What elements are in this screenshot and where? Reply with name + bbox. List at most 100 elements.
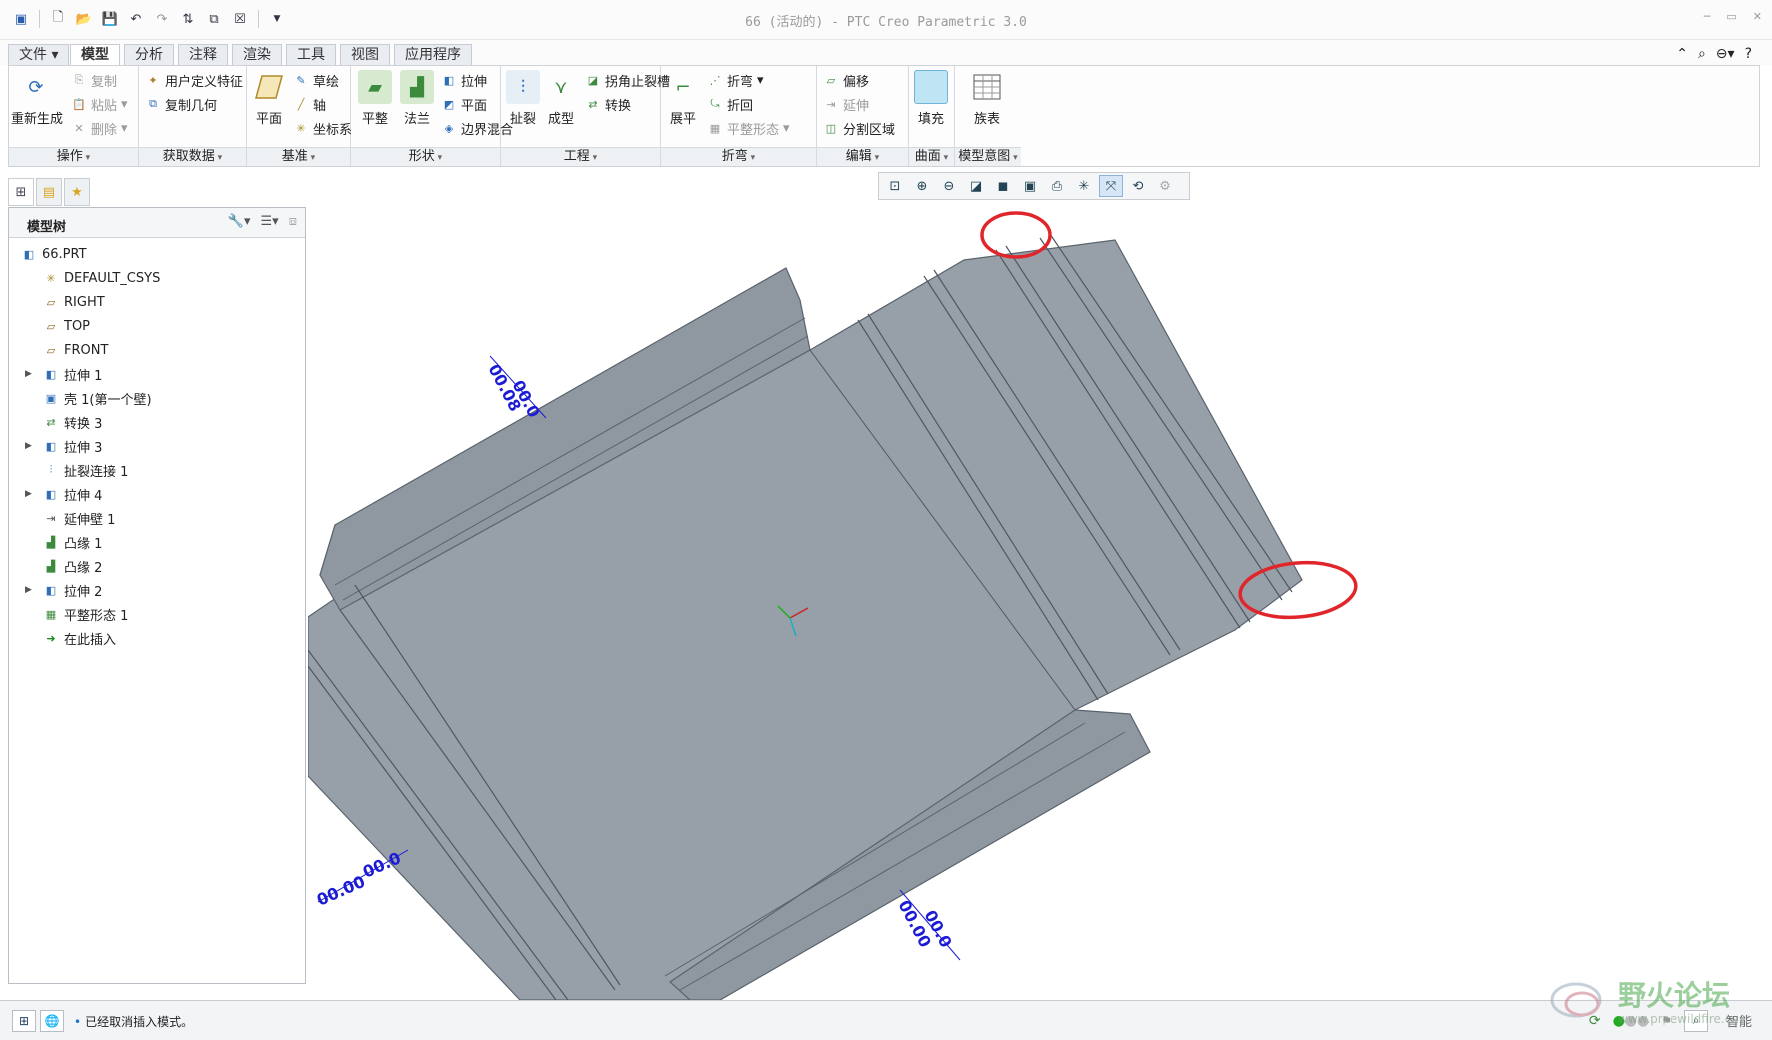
tree-item[interactable]: ▶ ◧ 拉伸 3 bbox=[9, 434, 305, 458]
form-button[interactable]: ⋎ 成型 bbox=[541, 70, 581, 140]
tree-item[interactable]: ✳ DEFAULT_CSYS bbox=[9, 266, 305, 290]
form-icon: ⋎ bbox=[554, 76, 568, 98]
unbend-button[interactable]: ⌐ 展平 bbox=[663, 70, 703, 140]
rip-button[interactable]: ⫶ 扯裂 bbox=[503, 70, 543, 140]
repaint-icon[interactable]: ◪ bbox=[964, 175, 988, 197]
search-icon[interactable]: ⌕ bbox=[1698, 46, 1706, 62]
model-display-icon[interactable]: ⚙ bbox=[1153, 175, 1177, 197]
group-label-engineering[interactable]: 工程 bbox=[501, 147, 660, 166]
copy-button[interactable]: ⎘ 复制 bbox=[71, 70, 117, 90]
datum-display-icon[interactable]: ✳ bbox=[1072, 175, 1096, 197]
spin-center-icon[interactable]: ⟲ bbox=[1126, 175, 1150, 197]
group-label-operations[interactable]: 操作 bbox=[9, 147, 138, 166]
flat-state-icon: ▦ bbox=[45, 607, 57, 621]
display-style-icon[interactable]: ◼ bbox=[991, 175, 1015, 197]
copy-geometry-button[interactable]: ⧉ 复制几何 bbox=[145, 94, 217, 114]
community-icon[interactable]: ⊖▾ bbox=[1716, 46, 1735, 62]
tree-item[interactable]: ▟ 凸缘 2 bbox=[9, 554, 305, 578]
folder-browser-tab-icon[interactable]: ▤ bbox=[36, 178, 62, 206]
regenerate-button[interactable]: ⟳ 重新生成 bbox=[11, 70, 63, 140]
flange-button[interactable]: ▟ 法兰 bbox=[397, 70, 437, 140]
tree-item[interactable]: ▶ ◧ 拉伸 1 bbox=[9, 362, 305, 386]
tab-file[interactable]: 文件 ▾ bbox=[8, 44, 70, 65]
tree-item[interactable]: ⇄ 转换 3 bbox=[9, 410, 305, 434]
group-label-get-data[interactable]: 获取数据 bbox=[139, 147, 246, 166]
model-view[interactable]: 00.08 00.0 00.00 00.0 00.00 00.0 bbox=[308, 200, 1772, 1000]
favorites-tab-icon[interactable]: ★ bbox=[64, 178, 90, 206]
tab-annotate[interactable]: 注释 bbox=[178, 44, 228, 65]
bend-back-button[interactable]: ⤿ 折回 bbox=[707, 94, 753, 114]
expand-arrow-icon[interactable]: ▶ bbox=[25, 441, 32, 451]
axis-button[interactable]: ╱ 轴 bbox=[293, 94, 326, 114]
tab-render[interactable]: 渲染 bbox=[232, 44, 282, 65]
tree-item[interactable]: ▶ ◧ 拉伸 2 bbox=[9, 578, 305, 602]
tree-item[interactable]: ⫶ 扯裂连接 1 bbox=[9, 458, 305, 482]
fill-button[interactable]: 填充 bbox=[911, 70, 951, 140]
model-tree-tab-icon[interactable]: ⊞ bbox=[8, 178, 34, 206]
tab-view[interactable]: 视图 bbox=[340, 44, 390, 65]
help-icon[interactable]: ? bbox=[1745, 46, 1752, 62]
udf-button[interactable]: ✦ 用户定义特征 bbox=[145, 70, 243, 90]
tree-item[interactable]: ▦ 平整形态 1 bbox=[9, 602, 305, 626]
view-manager-icon[interactable]: ⎙ bbox=[1045, 175, 1069, 197]
close-icon[interactable]: ✕ bbox=[1753, 10, 1762, 23]
planar-wall-icon: ▰ bbox=[358, 70, 392, 104]
tree-filter-icon[interactable]: ⧈ bbox=[289, 214, 297, 229]
group-label-surfaces[interactable]: 曲面 bbox=[909, 147, 954, 166]
extend-button[interactable]: ⇥ 延伸 bbox=[823, 94, 869, 114]
zoom-out-icon[interactable]: ⊖ bbox=[937, 175, 961, 197]
delete-button[interactable]: ✕ 删除 ▾ bbox=[71, 118, 127, 138]
split-area-button[interactable]: ◫ 分割区域 bbox=[823, 118, 895, 138]
group-label-datum[interactable]: 基准 bbox=[247, 147, 350, 166]
tab-tools[interactable]: 工具 bbox=[286, 44, 336, 65]
paste-button[interactable]: 📋 粘贴 ▾ bbox=[71, 94, 127, 114]
corner-relief-button[interactable]: ◪ 拐角止裂槽 bbox=[585, 70, 670, 90]
sketch-button[interactable]: ✎ 草绘 bbox=[293, 70, 339, 90]
expand-arrow-icon[interactable]: ▶ bbox=[25, 489, 32, 499]
csys-button[interactable]: ✳ 坐标系 bbox=[293, 118, 352, 138]
model-tree-header: 模型树 🔧▾ ☰▾ ⧈ bbox=[9, 208, 305, 238]
minimize-icon[interactable]: ─ bbox=[1704, 10, 1711, 23]
collapse-ribbon-icon[interactable]: ⌃ bbox=[1676, 46, 1688, 62]
graphics-area[interactable]: 00.08 00.0 00.00 00.0 00.00 00.0 bbox=[308, 200, 1772, 1000]
tab-analysis[interactable]: 分析 bbox=[124, 44, 174, 65]
tree-settings-icon[interactable]: 🔧▾ bbox=[228, 214, 251, 229]
tree-show-icon[interactable]: ☰▾ bbox=[261, 214, 279, 229]
navigator-toggle-icon[interactable]: ⊞ bbox=[12, 1010, 36, 1032]
tree-item[interactable]: ⇥ 延伸壁 1 bbox=[9, 506, 305, 530]
flat-button[interactable]: ◩ 平面 bbox=[441, 94, 487, 114]
browser-toggle-icon[interactable]: 🌐 bbox=[40, 1010, 64, 1032]
refit-icon[interactable]: ⊡ bbox=[883, 175, 907, 197]
tree-item[interactable]: ▟ 凸缘 1 bbox=[9, 530, 305, 554]
maximize-icon[interactable]: ▭ bbox=[1726, 10, 1736, 23]
zoom-in-icon[interactable]: ⊕ bbox=[910, 175, 934, 197]
tree-item[interactable]: ◧ 66.PRT bbox=[9, 242, 305, 266]
tab-model[interactable]: 模型 bbox=[70, 44, 120, 66]
tree-item[interactable]: ➜ 在此插入 bbox=[9, 626, 305, 650]
tree-item[interactable]: ▱ TOP bbox=[9, 314, 305, 338]
expand-arrow-icon[interactable]: ▶ bbox=[25, 585, 32, 595]
group-label-model-intent[interactable]: 模型意图 bbox=[955, 147, 1021, 166]
expand-arrow-icon[interactable]: ▶ bbox=[25, 369, 32, 379]
group-label-shapes[interactable]: 形状 bbox=[351, 147, 500, 166]
planar-button[interactable]: ▰ 平整 bbox=[353, 70, 397, 140]
tree-item[interactable]: ▱ RIGHT bbox=[9, 290, 305, 314]
extrude-button[interactable]: ◧ 拉伸 bbox=[441, 70, 487, 90]
ribbon: ⟳ 重新生成 ⎘复制 📋粘贴 ▾ ✕删除 ▾ 操作 ✦用户定义特征 ⧉复制几何 … bbox=[8, 65, 1760, 167]
saved-views-icon[interactable]: ▣ bbox=[1018, 175, 1042, 197]
forum-watermark: 野火论坛 www.proewildfire.cn bbox=[1548, 972, 1758, 1032]
tree-item[interactable]: ▶ ◧ 拉伸 4 bbox=[9, 482, 305, 506]
tree-item[interactable]: ▱ FRONT bbox=[9, 338, 305, 362]
flat-state-button[interactable]: ▦ 平整形态 ▾ bbox=[707, 118, 790, 138]
annotation-display-icon[interactable]: ⤧ bbox=[1099, 175, 1123, 197]
tree-item[interactable]: ▣ 壳 1(第一个壁) bbox=[9, 386, 305, 410]
plane-button[interactable]: 平面 bbox=[249, 70, 289, 140]
copy-geometry-icon: ⧉ bbox=[149, 97, 157, 110]
group-label-editing[interactable]: 编辑 bbox=[817, 147, 908, 166]
bend-button[interactable]: ⋰ 折弯 ▾ bbox=[707, 70, 764, 90]
tab-applications[interactable]: 应用程序 bbox=[394, 44, 472, 65]
offset-button[interactable]: ▱ 偏移 bbox=[823, 70, 869, 90]
group-label-bends[interactable]: 折弯 bbox=[661, 147, 816, 166]
convert-button[interactable]: ⇄ 转换 bbox=[585, 94, 631, 114]
family-table-button[interactable]: 族表 bbox=[965, 70, 1009, 140]
